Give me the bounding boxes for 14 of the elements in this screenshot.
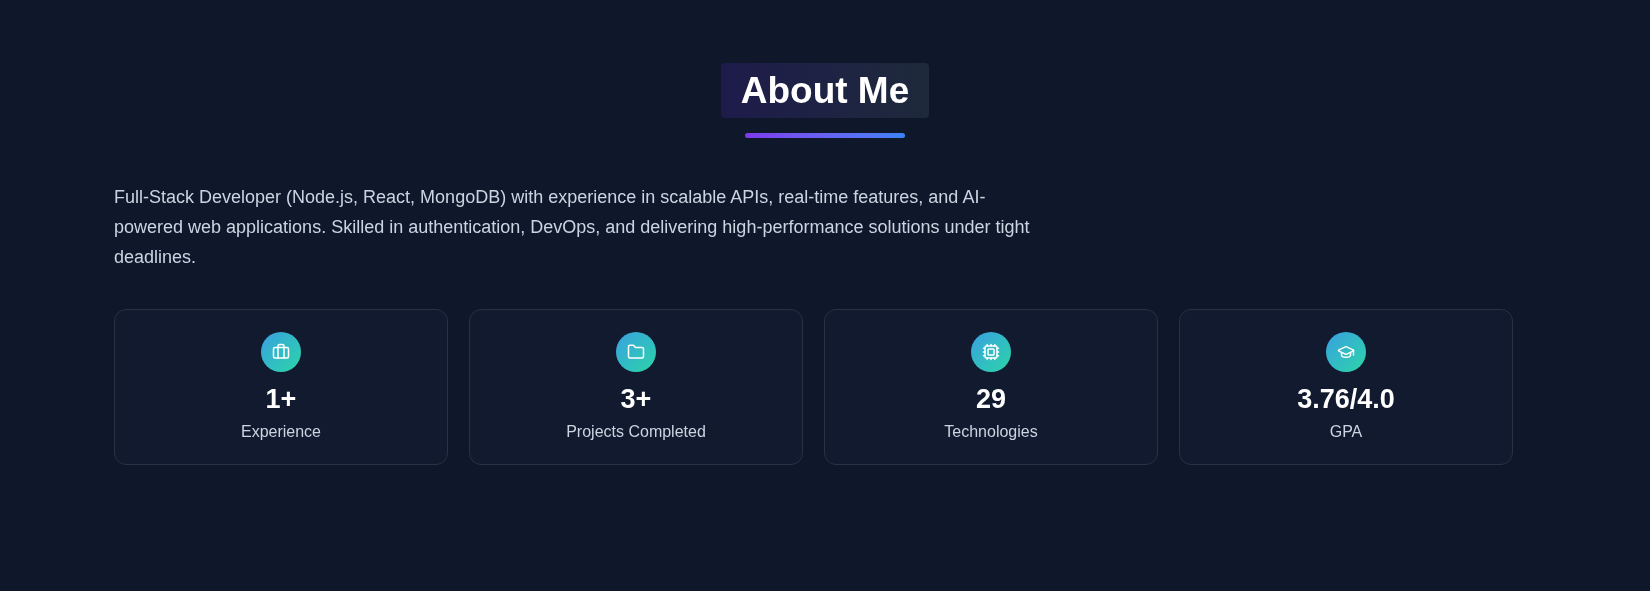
stat-value: 3.76/4.0 [1297, 383, 1395, 416]
chip-icon [982, 343, 1000, 361]
stat-label: Technologies [944, 422, 1038, 442]
stat-label: Experience [240, 422, 321, 442]
folder-icon [627, 343, 645, 361]
section-title: About Me [720, 63, 930, 118]
stat-value: 3+ [620, 383, 652, 416]
stat-label: Projects Completed [566, 422, 706, 442]
graduation-cap-icon [1337, 343, 1355, 361]
stat-value: 29 [975, 383, 1006, 416]
briefcase-icon [272, 343, 290, 361]
stat-value: 1+ [265, 383, 297, 416]
stat-label: GPA [1329, 422, 1363, 442]
intro-paragraph: Full-Stack Developer (Node.js, React, MongoDB) with experience in scalable APIs, real-time features, and AI-powered web applications. Skilled in authentication, DevOps, and delivering high-performance solutions under tight deadlines. [114, 186, 1031, 269]
